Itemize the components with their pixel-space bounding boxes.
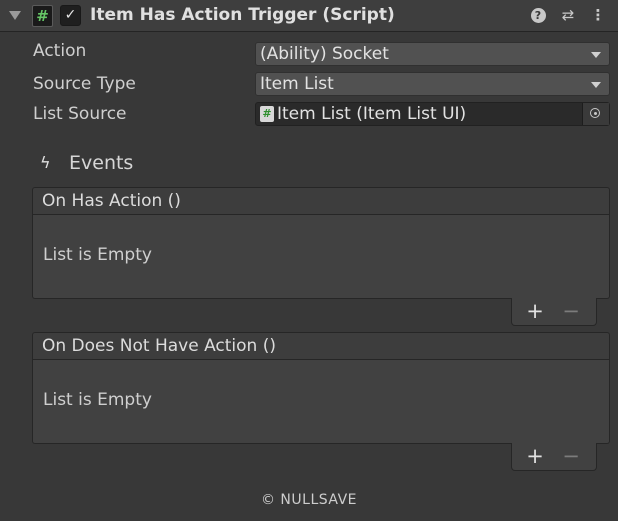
lightning-icon: ϟ [40,153,51,172]
add-listener-button[interactable]: + [520,299,550,323]
event-body: List is Empty [32,215,610,299]
list-source-object-field[interactable]: # Item List (Item List UI) [255,102,610,126]
event-title: On Has Action () [42,191,181,211]
event-empty-text: List is Empty [43,245,152,265]
component-enabled-checkbox[interactable]: ✓ [60,5,81,26]
event-list-on-has-action: On Has Action () List is Empty [32,187,610,299]
action-label: Action [33,41,87,61]
event-title: On Does Not Have Action () [42,336,276,356]
action-dropdown[interactable]: (Ability) Socket [255,42,610,66]
event-header: On Does Not Have Action () [32,332,610,360]
component-header[interactable]: # ✓ Item Has Action Trigger (Script) ? ⇄… [0,0,618,32]
presets-icon[interactable]: ⇄ [558,5,578,25]
event-list-on-does-not-have-action: On Does Not Have Action () List is Empty [32,332,610,444]
script-icon: # [32,5,53,27]
remove-listener-button[interactable]: − [556,444,586,468]
action-dropdown-value: (Ability) Socket [260,44,389,64]
list-source-value: Item List (Item List UI) [277,104,467,124]
help-glyph: ? [530,8,546,23]
event-header: On Has Action () [32,187,610,215]
dropdown-arrow-icon [591,52,601,58]
source-type-dropdown[interactable]: Item List [255,72,610,96]
help-icon[interactable]: ? [528,5,548,25]
script-asset-icon: # [260,106,274,122]
component-title: Item Has Action Trigger (Script) [90,5,395,25]
event-list-footer: + − [511,298,597,326]
event-body: List is Empty [32,360,610,444]
foldout-arrow-icon[interactable] [9,11,21,20]
copyright-text: © NULLSAVE [260,492,358,508]
object-picker-button[interactable] [582,103,609,125]
event-list-footer: + − [511,443,597,471]
remove-listener-button[interactable]: − [556,299,586,323]
context-menu-icon[interactable]: ⋮ [588,5,608,25]
dropdown-arrow-icon [591,82,601,88]
event-empty-text: List is Empty [43,390,152,410]
source-type-label: Source Type [33,74,136,94]
list-source-label: List Source [33,104,127,124]
source-type-dropdown-value: Item List [260,74,334,94]
events-section-label: Events [69,152,134,174]
add-listener-button[interactable]: + [520,444,550,468]
object-picker-dot [593,111,597,115]
